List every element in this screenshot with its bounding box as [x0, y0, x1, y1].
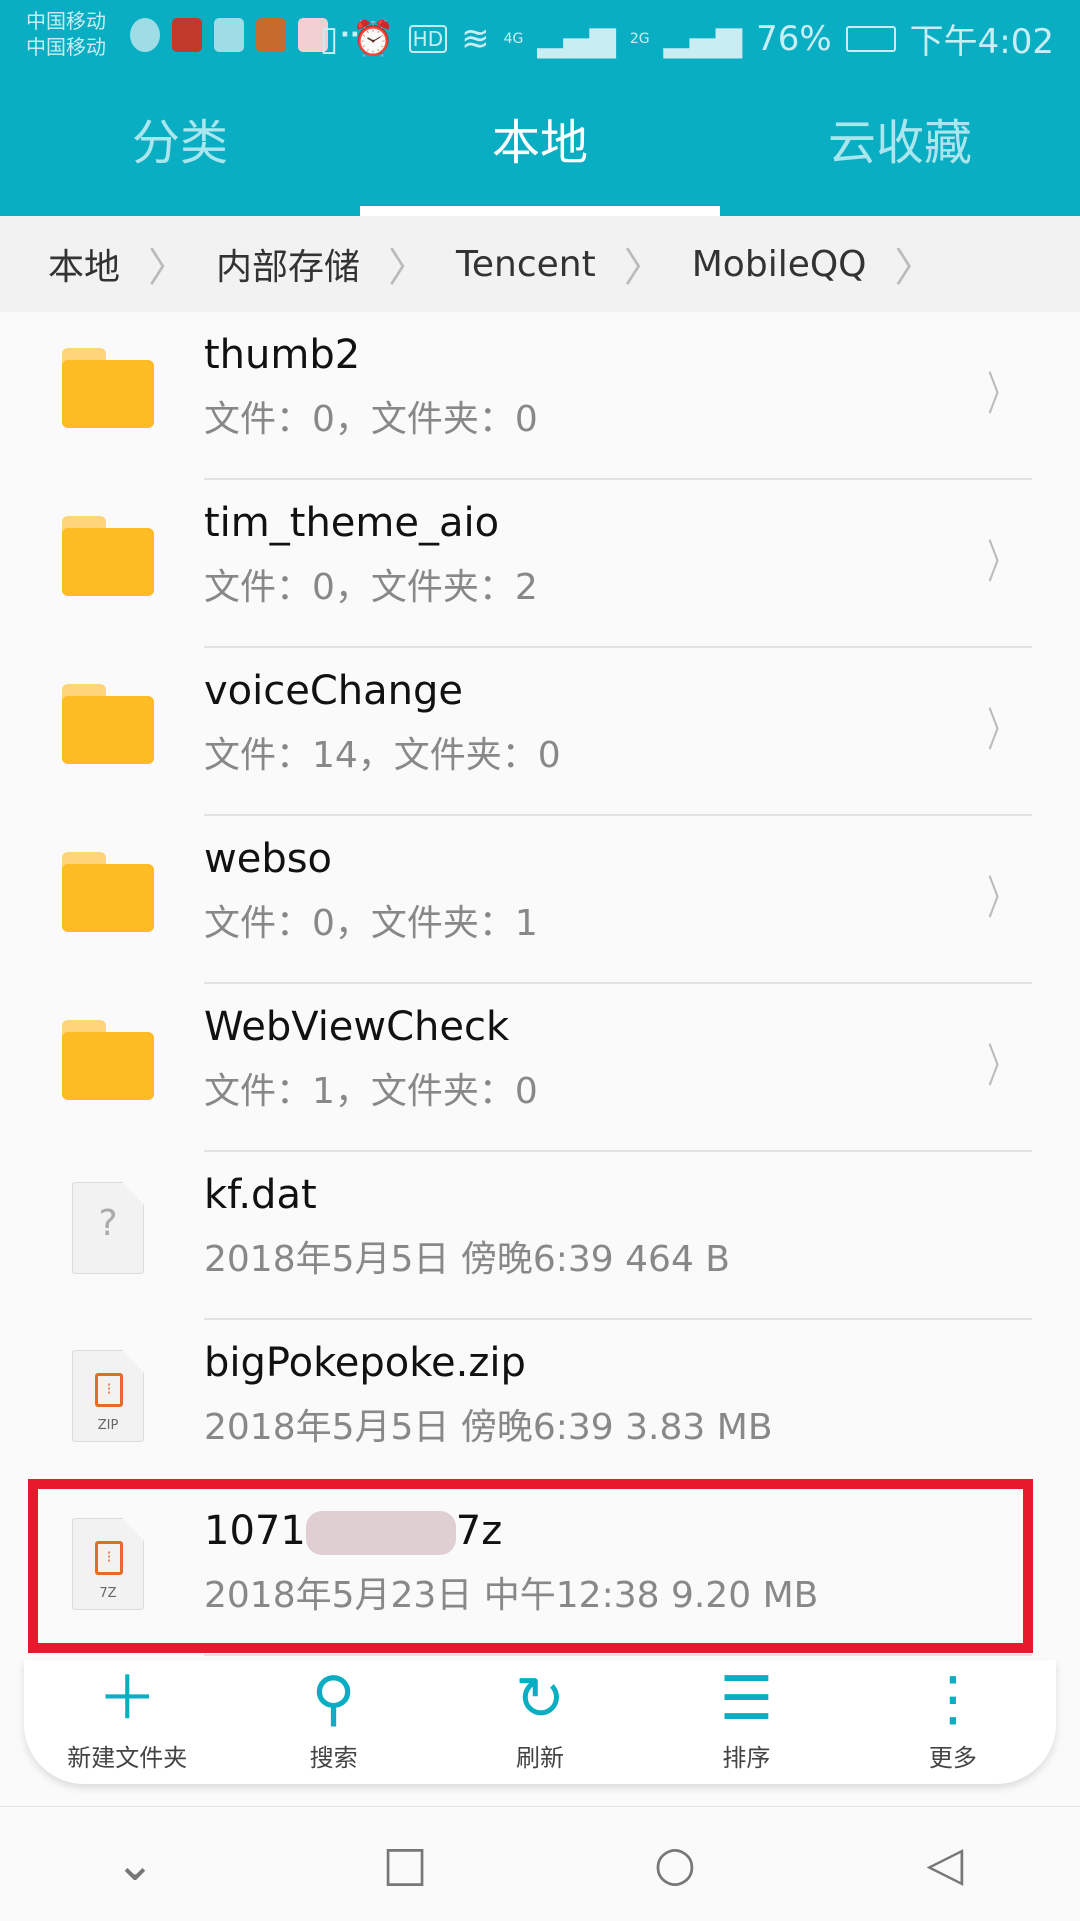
- breadcrumb-internal-storage[interactable]: 内部存储: [216, 238, 360, 290]
- item-name: thumb2: [204, 332, 361, 378]
- chevron-right-icon: 〉: [987, 1039, 1015, 1093]
- chevron-right-icon: 〉: [388, 245, 429, 291]
- folder-icon: [62, 684, 154, 764]
- book-icon: [214, 18, 244, 52]
- breadcrumb: 本地〉 内部存储〉 Tencent 〉 MobileQQ 〉: [0, 216, 1080, 312]
- toutiao-icon: [172, 18, 202, 52]
- more-label: 更多: [928, 1744, 977, 1772]
- signal-icon-2: ▂▄▆: [663, 18, 743, 59]
- wechat-icon: [130, 18, 160, 52]
- network-type-2: 2G: [629, 30, 650, 47]
- home-button[interactable]: ○: [540, 1807, 810, 1920]
- item-name: bigPokepoke.zip: [204, 1340, 526, 1386]
- more-icon: ⋮: [922, 1664, 983, 1734]
- folder-icon: [62, 1020, 154, 1100]
- item-meta: 文件：14，文件夹：0: [204, 735, 561, 776]
- back-button[interactable]: ◁: [810, 1807, 1080, 1920]
- list-item[interactable]: tim_theme_aio 文件：0，文件夹：2 〉: [0, 480, 1080, 648]
- signal-icon: ▂▄▆: [537, 18, 616, 59]
- more-button[interactable]: ⋮ 更多: [850, 1660, 1056, 1784]
- breadcrumb-mobileqq[interactable]: MobileQQ: [692, 244, 867, 285]
- 7z-file-icon: ⁝ 7Z: [72, 1518, 144, 1610]
- sort-label: 排序: [722, 1744, 771, 1772]
- video-icon: [256, 18, 286, 52]
- sort-icon: ☰: [719, 1664, 774, 1734]
- list-item[interactable]: ⁝ 7Z 1071 7z 2018年5月23日 中午12:38 9.20 MB: [0, 1488, 1080, 1656]
- tab-category[interactable]: 分类: [0, 90, 360, 216]
- alarm-icon: ⏰: [352, 18, 395, 59]
- breadcrumb-local[interactable]: 本地: [48, 238, 120, 290]
- chevron-right-icon: 〉: [148, 245, 189, 291]
- system-nav-bar: ⌄ □ ○ ◁: [0, 1806, 1080, 1920]
- chevron-right-icon: 〉: [894, 245, 935, 291]
- item-name: 1071 7z: [204, 1508, 503, 1555]
- folder-icon: [62, 516, 154, 596]
- refresh-label: 刷新: [516, 1744, 565, 1772]
- folder-icon: [62, 348, 154, 428]
- item-name: WebViewCheck: [204, 1004, 510, 1050]
- item-meta: 2018年5月23日 中午12:38 9.20 MB: [204, 1575, 819, 1616]
- sort-button[interactable]: ☰ 排序: [643, 1660, 849, 1784]
- list-item[interactable]: thumb2 文件：0，文件夹：0 〉: [0, 312, 1080, 480]
- bottom-toolbar: ＋ 新建文件夹 ⚲ 搜索 ↻ 刷新 ☰ 排序 ⋮ 更多: [24, 1660, 1056, 1784]
- header: 中国移动 中国移动 ··· ▯ ⏰ HD ≋ 4G ▂▄▆ 2G ▂▄▆ 76% 下午…: [0, 0, 1080, 216]
- item-meta: 文件：0，文件夹：0: [204, 399, 538, 440]
- chevron-down-icon[interactable]: ⌄: [0, 1807, 270, 1920]
- search-icon: ⚲: [311, 1664, 356, 1734]
- vibrate-icon: ▯: [319, 18, 339, 59]
- item-name: webso: [204, 836, 333, 882]
- zip-file-icon: ⁝ ZIP: [72, 1350, 144, 1442]
- list-item[interactable]: ? kf.dat 2018年5月5日 傍晚6:39 464 B: [0, 1152, 1080, 1320]
- recents-button[interactable]: □: [270, 1807, 540, 1920]
- item-meta: 2018年5月5日 傍晚6:39 464 B: [204, 1239, 731, 1280]
- carrier-2: 中国移动: [26, 35, 106, 59]
- chevron-right-icon: 〉: [987, 535, 1015, 589]
- item-meta: 文件：0，文件夹：1: [204, 903, 538, 944]
- network-type: 4G: [503, 30, 524, 47]
- search-label: 搜索: [309, 1744, 358, 1772]
- new-folder-button[interactable]: ＋ 新建文件夹: [24, 1660, 230, 1784]
- item-meta: 2018年5月5日 傍晚6:39 3.83 MB: [204, 1407, 773, 1448]
- refresh-icon: ↻: [514, 1664, 566, 1734]
- plus-icon: ＋: [97, 1664, 158, 1734]
- list-item[interactable]: ⁝ ZIP bigPokepoke.zip 2018年5月5日 傍晚6:39 3.83…: [0, 1320, 1080, 1488]
- status-right: ▯ ⏰ HD ≋ 4G ▂▄▆ 2G ▂▄▆ 76% 下午4:02: [320, 14, 1054, 63]
- carrier-1: 中国移动: [26, 9, 106, 33]
- breadcrumb-tencent[interactable]: Tencent: [456, 244, 596, 285]
- tab-cloud-favorites[interactable]: 云收藏: [720, 90, 1080, 216]
- list-item[interactable]: webso 文件：0，文件夹：1 〉: [0, 816, 1080, 984]
- clock: 下午4:02: [909, 22, 1054, 62]
- chevron-right-icon: 〉: [623, 245, 664, 291]
- item-name: kf.dat: [204, 1172, 317, 1218]
- chevron-right-icon: 〉: [987, 703, 1015, 757]
- item-meta: 文件：1，文件夹：0: [204, 1071, 538, 1112]
- chevron-right-icon: 〉: [987, 871, 1015, 925]
- list-item[interactable]: WebViewCheck 文件：1，文件夹：0 〉: [0, 984, 1080, 1152]
- battery-icon: [845, 25, 896, 52]
- new-folder-label: 新建文件夹: [67, 1744, 188, 1772]
- wifi-icon: ≋: [461, 18, 490, 59]
- search-button[interactable]: ⚲ 搜索: [230, 1660, 436, 1784]
- folder-icon: [62, 852, 154, 932]
- item-meta: 文件：0，文件夹：2: [204, 567, 538, 608]
- item-name: voiceChange: [204, 668, 464, 714]
- carrier-info: 中国移动 中国移动: [26, 8, 106, 60]
- battery-percent: 76%: [756, 18, 832, 59]
- file-list: thumb2 文件：0，文件夹：0 〉 tim_theme_aio 文件：0，文件夹：…: [0, 312, 1080, 1656]
- redacted-mark: [305, 1511, 456, 1555]
- refresh-button[interactable]: ↻ 刷新: [437, 1660, 643, 1784]
- item-name: tim_theme_aio: [204, 500, 500, 546]
- tab-local[interactable]: 本地: [360, 90, 720, 216]
- chevron-right-icon: 〉: [987, 367, 1015, 421]
- list-item[interactable]: voiceChange 文件：14，文件夹：0 〉: [0, 648, 1080, 816]
- hd-icon: HD: [408, 24, 448, 53]
- status-bar: 中国移动 中国移动 ··· ▯ ⏰ HD ≋ 4G ▂▄▆ 2G ▂▄▆ 76% 下午…: [0, 0, 1080, 70]
- tab-bar: 分类 本地 云收藏: [0, 90, 1080, 216]
- unknown-file-icon: ?: [72, 1182, 144, 1274]
